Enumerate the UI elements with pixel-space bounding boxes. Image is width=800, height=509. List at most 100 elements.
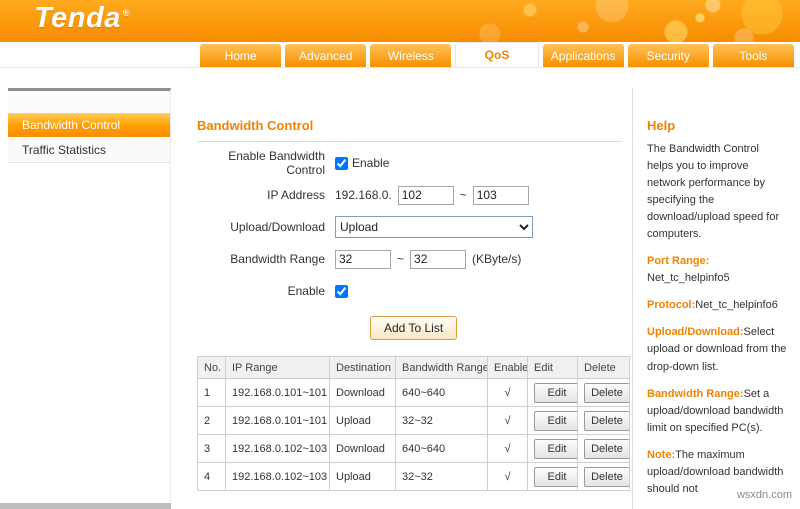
- help-label-note: Note:: [647, 448, 676, 461]
- help-text-protocol: Net_tc_helpinfo6: [695, 299, 778, 312]
- range-separator: ~: [459, 188, 467, 202]
- upload-download-row: Upload/Download Upload: [197, 216, 622, 238]
- tab-qos[interactable]: QoS: [455, 42, 539, 67]
- cell-ip-range: 192.168.0.102~103: [225, 434, 330, 463]
- edit-button[interactable]: Edit: [534, 466, 577, 487]
- cell-ip-range: 192.168.0.101~101: [225, 378, 330, 407]
- help-section-bandwidth-range: Bandwidth Range:Set a upload/download ba…: [647, 386, 788, 437]
- tab-tools[interactable]: Tools: [712, 44, 794, 67]
- bandwidth-range-controls: ~ (KByte/s): [335, 249, 522, 269]
- main-nav: Home Advanced Wireless QoS Applications …: [0, 42, 800, 68]
- title-divider: [197, 141, 622, 142]
- col-enable: Enable: [487, 356, 528, 379]
- ip-prefix: 192.168.0.: [335, 188, 392, 202]
- table-header-row: No. IP Range Destination Bandwidth Range…: [197, 356, 630, 379]
- col-edit: Edit: [527, 356, 578, 379]
- help-label-upload-download: Upload/Download:: [647, 326, 744, 339]
- cell-enable-check: √: [487, 378, 528, 407]
- rule-enable-checkbox[interactable]: [335, 284, 348, 298]
- table-row: 4 192.168.0.102~103 Upload 32~32 √ Edit …: [197, 462, 630, 491]
- enable-bandwidth-control-controls: Enable: [335, 156, 389, 170]
- help-title: Help: [647, 118, 676, 133]
- delete-button[interactable]: Delete: [584, 410, 629, 431]
- router-admin-page: Tenda ® Home Advanced Wireless QoS Applic…: [0, 0, 800, 509]
- content-area: Bandwidth Control Traffic Statistics Ban…: [0, 68, 800, 509]
- page-title: Bandwidth Control: [197, 118, 314, 133]
- cell-enable-check: √: [487, 406, 528, 435]
- bandwidth-max-input[interactable]: [410, 249, 467, 269]
- sidebar-item-traffic-statistics[interactable]: Traffic Statistics: [8, 138, 170, 163]
- col-bandwidth-range: Bandwidth Range: [395, 356, 488, 379]
- cell-enable-check: √: [487, 462, 528, 491]
- sidebar-top-spacer: [8, 91, 170, 113]
- cell-no: 1: [197, 378, 226, 407]
- registered-mark: ®: [122, 8, 130, 19]
- sidebar-bottom-bar: [0, 503, 171, 509]
- table-row: 3 192.168.0.102~103 Download 640~640 √ E…: [197, 434, 630, 463]
- tenda-logo: Tenda ®: [34, 2, 130, 35]
- sidebar-item-bandwidth-control[interactable]: Bandwidth Control: [8, 113, 170, 138]
- col-no: No.: [197, 356, 226, 379]
- range-separator: ~: [397, 252, 405, 266]
- col-ip-range: IP Range: [225, 356, 330, 379]
- tab-applications[interactable]: Applications: [542, 44, 624, 67]
- add-to-list-row: Add To List: [197, 316, 622, 342]
- upload-download-select[interactable]: Upload: [335, 216, 533, 238]
- rule-enable-label: Enable: [287, 284, 325, 298]
- tab-home[interactable]: Home: [200, 44, 282, 67]
- header: Tenda ®: [0, 0, 800, 42]
- delete-button[interactable]: Delete: [584, 466, 629, 487]
- help-label-port-range: Port Range:: [647, 255, 710, 268]
- cell-bandwidth: 640~640: [395, 378, 488, 407]
- cell-no: 3: [197, 434, 226, 463]
- help-label-protocol: Protocol:: [647, 299, 696, 312]
- cell-bandwidth: 640~640: [395, 434, 488, 463]
- help-text-port-range: Net_tc_helpinfo5: [647, 272, 730, 285]
- rule-enable-controls: [335, 284, 348, 298]
- edit-button[interactable]: Edit: [534, 438, 577, 459]
- ip-address-label: IP Address: [267, 188, 325, 202]
- col-destination: Destination: [329, 356, 396, 379]
- tab-advanced[interactable]: Advanced: [285, 44, 367, 67]
- delete-button[interactable]: Delete: [584, 382, 629, 403]
- rule-enable-row: Enable: [197, 280, 622, 302]
- table-row: 1 192.168.0.101~101 Download 640~640 √ E…: [197, 378, 630, 407]
- bandwidth-min-input[interactable]: [335, 249, 391, 269]
- enable-bandwidth-control-checkbox[interactable]: [335, 156, 348, 170]
- cell-destination: Upload: [329, 462, 396, 491]
- cell-enable-check: √: [487, 434, 528, 463]
- help-label-bandwidth-range: Bandwidth Range:: [647, 387, 744, 400]
- bandwidth-range-row: Bandwidth Range ~ (KByte/s): [197, 248, 622, 270]
- help-section-protocol: Protocol:Net_tc_helpinfo6: [647, 297, 788, 314]
- cell-ip-range: 192.168.0.102~103: [225, 462, 330, 491]
- table-row: 2 192.168.0.101~101 Upload 32~32 √ Edit …: [197, 406, 630, 435]
- bandwidth-unit-label: (KByte/s): [472, 252, 522, 266]
- cell-destination: Download: [329, 378, 396, 407]
- tab-wireless[interactable]: Wireless: [370, 44, 452, 67]
- edit-button[interactable]: Edit: [534, 382, 577, 403]
- bandwidth-rules-table: No. IP Range Destination Bandwidth Range…: [197, 356, 630, 491]
- enable-bandwidth-control-row: Enable Bandwidth Control Enable: [197, 149, 622, 177]
- tab-security[interactable]: Security: [627, 44, 709, 67]
- col-delete: Delete: [577, 356, 630, 379]
- cell-bandwidth: 32~32: [395, 462, 488, 491]
- bandwidth-range-label: Bandwidth Range: [230, 252, 325, 266]
- watermark: wsxdn.com: [736, 489, 792, 501]
- ip-address-controls: 192.168.0. ~: [335, 185, 529, 205]
- add-to-list-button[interactable]: Add To List: [370, 316, 458, 340]
- upload-download-label: Upload/Download: [230, 220, 325, 234]
- ip-end-input[interactable]: [472, 185, 529, 205]
- cell-destination: Upload: [329, 406, 396, 435]
- ip-start-input[interactable]: [397, 185, 454, 205]
- ip-address-row: IP Address 192.168.0. ~: [197, 184, 622, 206]
- logo-text: Tenda: [34, 2, 121, 34]
- help-section-port-range: Port Range: Net_tc_helpinfo5: [647, 253, 788, 287]
- cell-destination: Download: [329, 434, 396, 463]
- main-content: Bandwidth Control Enable Bandwidth Contr…: [171, 88, 632, 509]
- cell-ip-range: 192.168.0.101~101: [225, 406, 330, 435]
- cell-no: 4: [197, 462, 226, 491]
- delete-button[interactable]: Delete: [584, 438, 629, 459]
- edit-button[interactable]: Edit: [534, 410, 577, 431]
- enable-checkbox-label: Enable: [352, 156, 390, 170]
- cell-no: 2: [197, 406, 226, 435]
